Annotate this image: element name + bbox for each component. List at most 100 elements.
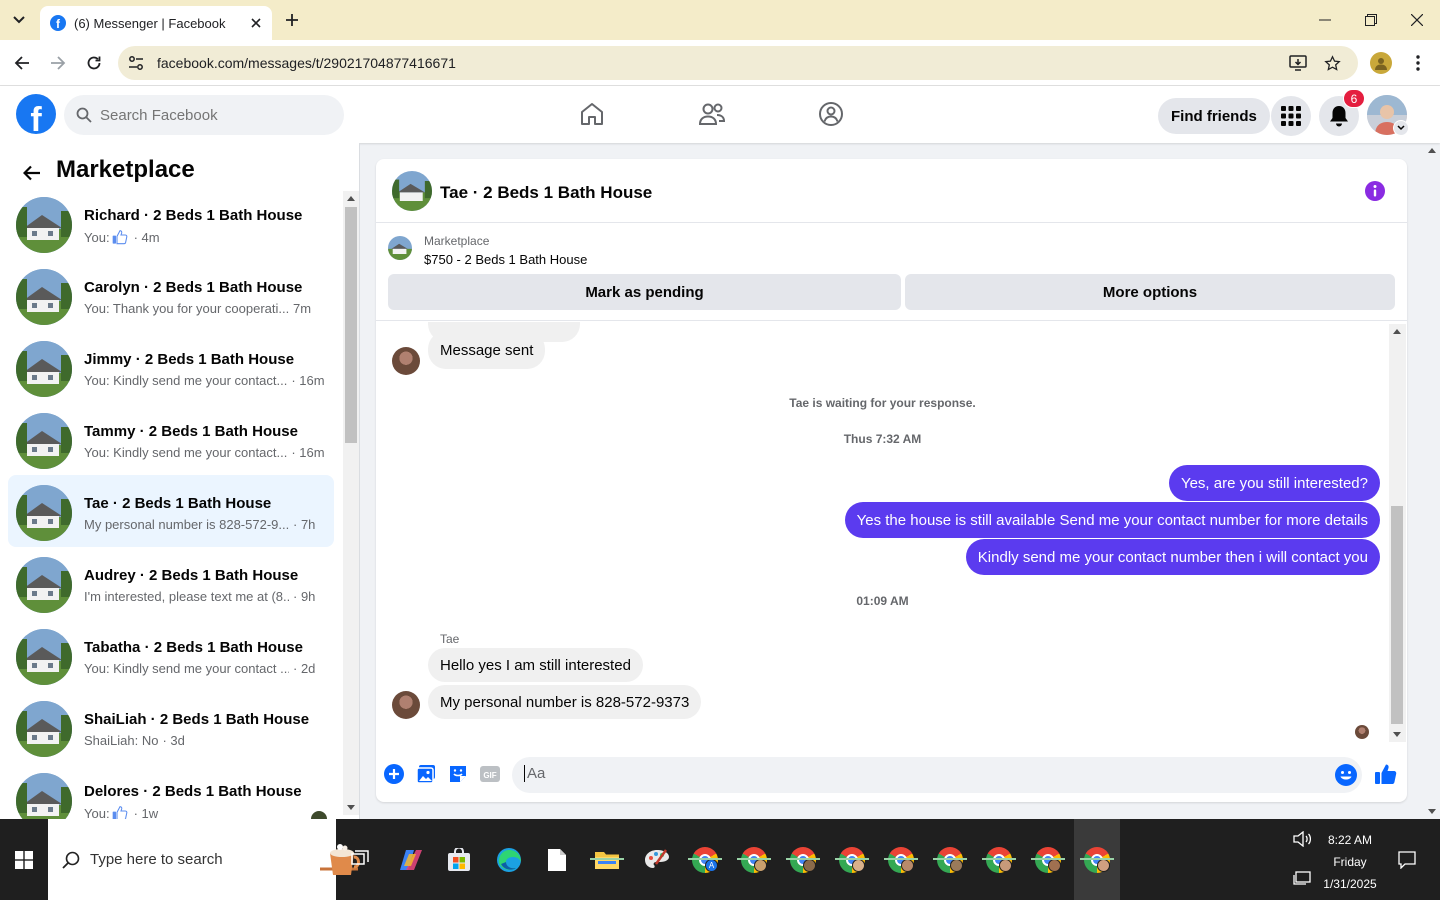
svg-text:GIF: GIF — [483, 771, 496, 780]
listing-price[interactable]: $750 - 2 Beds 1 Bath House — [424, 252, 587, 267]
taskbar-chrome-window[interactable] — [731, 819, 777, 900]
message-input[interactable] — [524, 765, 1304, 782]
taskbar-search[interactable] — [48, 819, 360, 900]
notification-center-button[interactable] — [1392, 819, 1422, 900]
taskbar-chrome-window[interactable] — [1025, 819, 1071, 900]
find-friends-button[interactable]: Find friends — [1158, 98, 1270, 134]
info-icon[interactable] — [1364, 180, 1386, 202]
sticker-icon — [450, 766, 466, 782]
taskbar-chrome-window[interactable] — [829, 819, 875, 900]
read-receipt-avatar — [311, 811, 327, 819]
taskbar-chrome-window[interactable] — [878, 819, 924, 900]
restore-button[interactable] — [1348, 0, 1394, 40]
network-button[interactable] — [1288, 859, 1316, 899]
folder-icon — [595, 851, 619, 869]
taskbar-chrome-window[interactable] — [927, 819, 973, 900]
house-photo-icon — [16, 485, 72, 541]
sender-avatar[interactable] — [392, 691, 420, 719]
chrome-profile-icon[interactable] — [1370, 52, 1392, 74]
taskbar-paint[interactable] — [634, 819, 680, 900]
sender-avatar[interactable] — [392, 347, 420, 375]
scroll-up-icon — [1393, 329, 1401, 334]
conversation-thumbnail — [16, 269, 72, 325]
taskbar-search-input[interactable] — [90, 851, 260, 868]
conversation-list-scrollbar[interactable] — [343, 191, 359, 815]
preview-time: · 4m — [133, 229, 160, 245]
task-view-button[interactable] — [346, 845, 374, 873]
account-menu-chevron[interactable] — [1393, 120, 1409, 136]
minimize-button[interactable] — [1302, 0, 1348, 40]
conversation-item[interactable]: ShaiLiah · 2 Beds 1 Bath House ShaiLiah: … — [8, 691, 334, 763]
attach-photo-button[interactable] — [414, 762, 438, 786]
site-info-icon[interactable] — [126, 53, 146, 73]
scrollbar-thumb[interactable] — [1391, 506, 1403, 724]
home-nav-button[interactable] — [577, 99, 607, 129]
conversation-item[interactable]: Audrey · 2 Beds 1 Bath House I'm interest… — [8, 547, 334, 619]
friends-nav-button[interactable] — [697, 99, 727, 129]
bookmark-star-icon[interactable] — [1322, 53, 1342, 73]
reload-button[interactable] — [80, 49, 108, 77]
conversation-item[interactable]: Tammy · 2 Beds 1 Bath House You: Kindly s… — [8, 403, 334, 475]
gif-button[interactable]: GIF — [478, 762, 502, 786]
message-thread-scrollbar[interactable] — [1389, 324, 1406, 742]
taskbar-chrome-profile-a[interactable]: A — [682, 819, 728, 900]
scrollbar-thumb[interactable] — [345, 207, 357, 443]
volume-button[interactable] — [1288, 819, 1316, 859]
close-window-button[interactable] — [1394, 0, 1440, 40]
conversation-name: Carolyn · 2 Beds 1 Bath House — [84, 279, 303, 296]
taskbar-copilot[interactable] — [388, 819, 434, 900]
taskbar-chrome-window[interactable] — [780, 819, 826, 900]
send-like-button[interactable] — [1372, 760, 1400, 788]
back-button[interactable] — [18, 159, 46, 187]
conversation-thumbnail — [16, 629, 72, 685]
listing-avatar[interactable] — [392, 171, 432, 211]
conversation-item[interactable]: Delores · 2 Beds 1 Bath House You: · 1w — [8, 763, 334, 819]
conversation-item[interactable]: Tae · 2 Beds 1 Bath House My personal num… — [8, 475, 334, 547]
facebook-logo[interactable]: f — [16, 94, 56, 134]
conversation-item[interactable]: Carolyn · 2 Beds 1 Bath House You: Thank … — [8, 259, 334, 331]
message-input-box[interactable] — [512, 757, 1362, 793]
conversation-name: Tae · 2 Beds 1 Bath House — [84, 495, 272, 512]
conversation-name: Audrey · 2 Beds 1 Bath House — [84, 567, 299, 584]
page-scrollbar[interactable] — [1424, 143, 1440, 819]
search-input[interactable] — [100, 106, 320, 124]
emoji-icon[interactable] — [1334, 763, 1358, 787]
conversation-item[interactable]: Richard · 2 Beds 1 Bath House You: · 4m — [8, 187, 334, 259]
tab-search-button[interactable] — [6, 8, 32, 32]
conversation-item[interactable]: Tabatha · 2 Beds 1 Bath House You: Kindly… — [8, 619, 334, 691]
taskbar-chrome-window-active[interactable] — [1074, 819, 1120, 900]
taskbar-file-explorer[interactable] — [584, 819, 630, 900]
chrome-menu-icon[interactable] — [1408, 52, 1428, 74]
new-tab-button[interactable] — [280, 8, 304, 32]
taskbar-chrome-window[interactable] — [976, 819, 1022, 900]
conversation-item[interactable]: Jimmy · 2 Beds 1 Bath House You: Kindly s… — [8, 331, 334, 403]
scroll-down-icon — [1428, 809, 1436, 814]
forward-button[interactable] — [44, 49, 72, 77]
house-photo-icon — [16, 557, 72, 613]
back-button[interactable] — [8, 49, 36, 77]
tab-close-button[interactable] — [248, 15, 264, 31]
more-actions-button[interactable] — [382, 762, 406, 786]
facebook-search[interactable] — [64, 95, 344, 135]
more-options-button[interactable]: More options — [905, 274, 1395, 310]
listing-thumbnail[interactable] — [388, 236, 412, 260]
taskbar-edge[interactable] — [486, 819, 532, 900]
system-clock[interactable]: 8:22 AM Friday 1/31/2025 — [1322, 829, 1378, 895]
marketplace-inbox-panel: Marketplace Richard · 2 Beds 1 Bath Hous… — [0, 143, 360, 819]
groups-nav-button[interactable] — [816, 99, 846, 129]
conversation-name: Tabatha · 2 Beds 1 Bath House — [84, 639, 303, 656]
browser-tab-messenger[interactable]: f (6) Messenger | Facebook — [40, 6, 272, 40]
start-button[interactable] — [0, 819, 48, 900]
mark-as-pending-button[interactable]: Mark as pending — [388, 274, 901, 310]
house-photo-icon — [16, 341, 72, 397]
sticker-button[interactable] — [446, 762, 470, 786]
read-receipt-avatar — [1355, 725, 1369, 739]
taskbar-microsoft-store[interactable] — [436, 819, 482, 900]
house-photo-icon — [16, 413, 72, 469]
tab-title: (6) Messenger | Facebook — [74, 15, 226, 31]
chevron-down-icon — [1397, 125, 1405, 131]
menu-grid-button[interactable] — [1271, 96, 1311, 136]
install-app-icon[interactable] — [1288, 53, 1308, 73]
taskbar-notepad[interactable] — [534, 819, 580, 900]
address-bar[interactable]: facebook.com/messages/t/2902170487741667… — [118, 46, 1358, 80]
